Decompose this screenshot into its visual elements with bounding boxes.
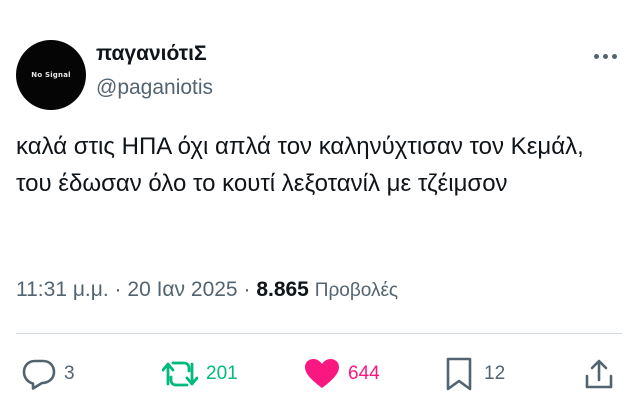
more-dot bbox=[612, 53, 617, 59]
tweet-date[interactable]: 20 Ιαν 2025 bbox=[127, 278, 237, 301]
reply-count: 3 bbox=[64, 363, 75, 384]
bookmark-count: 12 bbox=[484, 363, 506, 384]
tweet-time[interactable]: 11:31 μ.μ. bbox=[16, 278, 109, 301]
bookmark-button[interactable]: 12 bbox=[446, 356, 505, 392]
user-handle[interactable]: @paganiotis bbox=[96, 76, 213, 100]
retweet-count: 201 bbox=[206, 363, 238, 384]
retweet-icon bbox=[162, 361, 198, 387]
tweet-text: καλά στις ΗΠΑ όχι απλά τον καληνύχτισαν … bbox=[16, 133, 584, 197]
reply-icon bbox=[22, 359, 56, 390]
like-button[interactable]: 644 bbox=[304, 356, 380, 392]
tweet-card: No Signal παγανιότιΣ @paganiotis καλά στ… bbox=[0, 0, 626, 418]
meta-separator: · bbox=[243, 278, 251, 301]
meta-separator: · bbox=[114, 278, 122, 301]
more-dot bbox=[594, 53, 599, 59]
more-dot bbox=[603, 53, 608, 59]
bookmark-icon bbox=[446, 357, 472, 391]
views-label: Προβολές bbox=[314, 280, 399, 301]
like-icon bbox=[305, 359, 339, 388]
retweet-button[interactable]: 201 bbox=[162, 356, 238, 392]
divider bbox=[16, 333, 622, 334]
tweet-meta: 11:31 μ.μ. · 20 Ιαν 2025 · 8.865 Προβολέ… bbox=[16, 278, 398, 302]
views-count: 8.865 bbox=[256, 278, 309, 301]
display-name[interactable]: παγανιότιΣ bbox=[96, 42, 207, 66]
more-icon[interactable] bbox=[594, 48, 622, 64]
reply-button[interactable]: 3 bbox=[22, 356, 75, 392]
share-icon bbox=[585, 359, 613, 389]
share-button[interactable] bbox=[584, 356, 614, 392]
avatar-text: No Signal bbox=[31, 71, 71, 79]
like-count: 644 bbox=[348, 363, 380, 384]
avatar[interactable]: No Signal bbox=[16, 40, 86, 110]
